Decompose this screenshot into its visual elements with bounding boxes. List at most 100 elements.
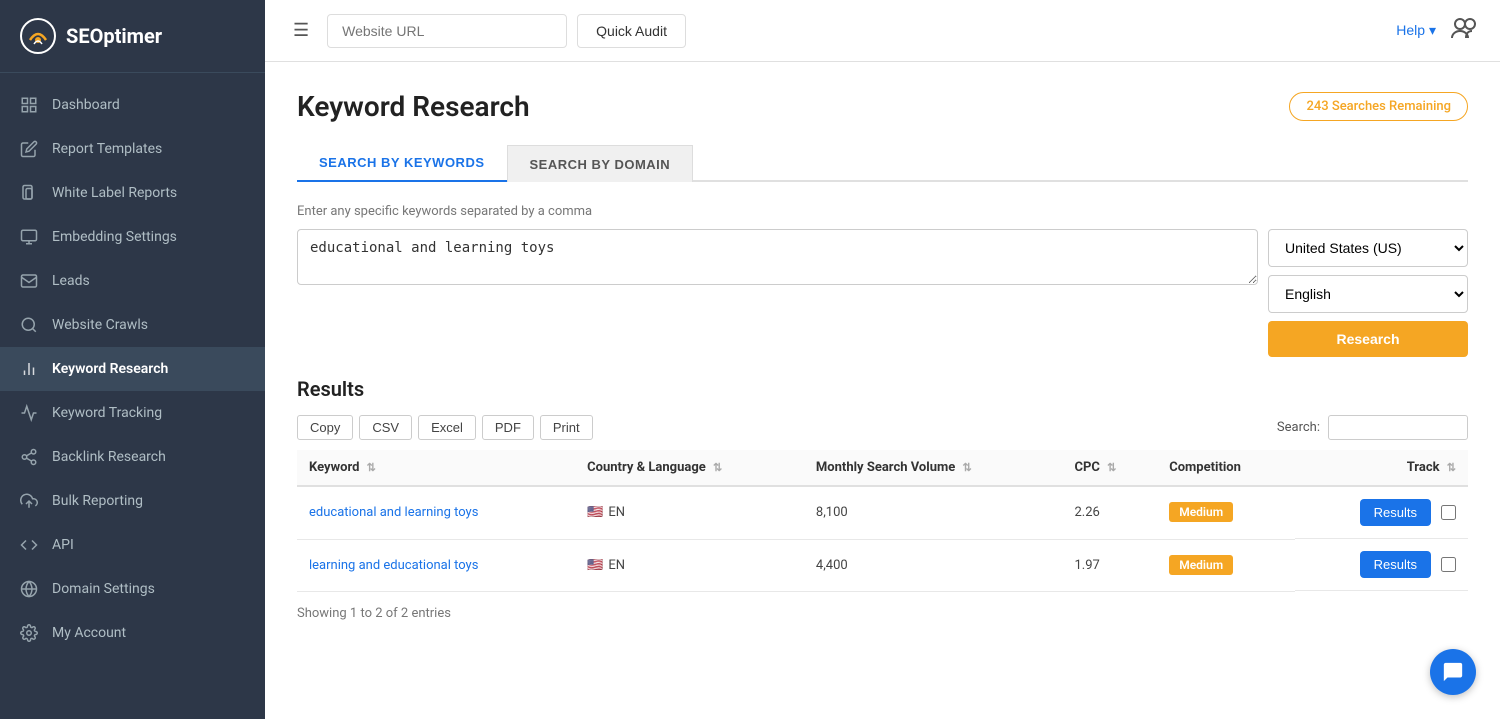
tab-search-by-domain[interactable]: SEARCH BY DOMAIN (507, 145, 694, 182)
topbar-right: Help ▾ (1396, 12, 1480, 49)
keyword-textarea[interactable]: educational and learning toys (297, 229, 1258, 285)
th-country-language: Country & Language ⇅ (575, 450, 804, 486)
sidebar-item-label: API (52, 537, 74, 553)
copy-button[interactable]: Copy (297, 415, 353, 440)
search-label: Search: (1277, 420, 1320, 435)
sidebar-item-white-label-reports[interactable]: White Label Reports (0, 171, 265, 215)
competition-badge: Medium (1169, 502, 1233, 522)
sidebar-item-backlink-research[interactable]: Backlink Research (0, 435, 265, 479)
table-header-row: Keyword ⇅ Country & Language ⇅ Monthly S… (297, 450, 1468, 486)
th-cpc: CPC ⇅ (1063, 450, 1158, 486)
sidebar-item-label: Keyword Tracking (52, 405, 162, 421)
cell-monthly-search-volume: 8,100 (804, 486, 1063, 539)
country-select[interactable]: United States (US) United Kingdom (UK) C… (1268, 229, 1468, 267)
keyword-link[interactable]: learning and educational toys (309, 558, 478, 573)
print-button[interactable]: Print (540, 415, 593, 440)
results-button-row0[interactable]: Results (1360, 499, 1431, 526)
flag-icon: 🇺🇸 (587, 558, 603, 573)
sidebar-item-bulk-reporting[interactable]: Bulk Reporting (0, 479, 265, 523)
cell-keyword: learning and educational toys (297, 539, 575, 591)
table-search-input[interactable] (1328, 415, 1468, 440)
content-area: Keyword Research 243 Searches Remaining … (265, 62, 1500, 719)
tab-row: SEARCH BY KEYWORDS SEARCH BY DOMAIN (297, 145, 1468, 182)
main-area: ☰ Quick Audit Help ▾ Keyword Research 24… (265, 0, 1500, 719)
cell-cpc: 2.26 (1063, 486, 1158, 539)
cell-cpc: 1.97 (1063, 539, 1158, 591)
sort-icon: ⇅ (713, 461, 722, 474)
url-input[interactable] (327, 14, 567, 48)
help-button[interactable]: Help ▾ (1396, 22, 1436, 39)
sidebar-item-embedding-settings[interactable]: Embedding Settings (0, 215, 265, 259)
language-select[interactable]: English Spanish French German (1268, 275, 1468, 313)
sort-icon: ⇅ (963, 461, 972, 474)
cell-monthly-search-volume: 4,400 (804, 539, 1063, 591)
th-monthly-search-volume: Monthly Search Volume ⇅ (804, 450, 1063, 486)
sidebar-item-label: Website Crawls (52, 317, 148, 333)
table-row: learning and educational toys 🇺🇸 EN 4,40… (297, 539, 1468, 591)
search-hint: Enter any specific keywords separated by… (297, 204, 1468, 219)
results-title: Results (297, 377, 1468, 401)
sidebar-item-label: Keyword Research (52, 361, 168, 377)
tab-search-by-keywords[interactable]: SEARCH BY KEYWORDS (297, 145, 507, 182)
chat-bubble[interactable] (1430, 649, 1476, 695)
th-keyword: Keyword ⇅ (297, 450, 575, 486)
sidebar-item-label: Embedding Settings (52, 229, 177, 245)
sidebar-item-label: Bulk Reporting (52, 493, 143, 509)
cell-country-lang: 🇺🇸 EN (575, 486, 804, 539)
sidebar-item-leads[interactable]: Leads (0, 259, 265, 303)
sidebar-item-label: Backlink Research (52, 449, 166, 465)
cell-track: Results (1295, 539, 1468, 591)
sidebar-item-label: Dashboard (52, 97, 120, 113)
searches-remaining-badge: 243 Searches Remaining (1289, 92, 1468, 121)
sidebar-item-label: Leads (52, 273, 90, 289)
keyword-link[interactable]: educational and learning toys (309, 505, 478, 520)
user-avatar-icon[interactable] (1450, 12, 1480, 49)
sidebar-item-keyword-research[interactable]: Keyword Research (0, 347, 265, 391)
cell-track: Results (1295, 487, 1468, 539)
logo: SEOptimer (0, 0, 265, 73)
table-actions: Copy CSV Excel PDF Print Search: (297, 415, 1468, 440)
quick-audit-button[interactable]: Quick Audit (577, 14, 686, 48)
sidebar-nav: Dashboard Report Templates White Label R… (0, 73, 265, 719)
sidebar-item-dashboard[interactable]: Dashboard (0, 83, 265, 127)
cell-keyword: educational and learning toys (297, 486, 575, 539)
sidebar-item-label: My Account (52, 625, 126, 641)
track-checkbox-row1[interactable] (1441, 557, 1456, 572)
sort-icon: ⇅ (367, 461, 376, 474)
research-button[interactable]: Research (1268, 321, 1468, 357)
logo-text: SEOptimer (66, 24, 162, 48)
results-table: Keyword ⇅ Country & Language ⇅ Monthly S… (297, 450, 1468, 592)
topbar: ☰ Quick Audit Help ▾ (265, 0, 1500, 62)
results-button-row1[interactable]: Results (1360, 551, 1431, 578)
excel-button[interactable]: Excel (418, 415, 476, 440)
sort-icon: ⇅ (1107, 461, 1116, 474)
page-title: Keyword Research (297, 90, 530, 123)
csv-button[interactable]: CSV (359, 415, 412, 440)
competition-badge: Medium (1169, 555, 1233, 575)
sidebar-item-website-crawls[interactable]: Website Crawls (0, 303, 265, 347)
table-search: Search: (1277, 415, 1468, 440)
flag-icon: 🇺🇸 (587, 505, 603, 520)
page-header: Keyword Research 243 Searches Remaining (297, 90, 1468, 123)
sidebar-item-keyword-tracking[interactable]: Keyword Tracking (0, 391, 265, 435)
sort-icon: ⇅ (1447, 461, 1456, 474)
lang-code: EN (608, 505, 625, 520)
hamburger-button[interactable]: ☰ (285, 16, 317, 45)
sidebar-item-label: Domain Settings (52, 581, 155, 597)
lang-code: EN (608, 558, 625, 573)
sidebar: SEOptimer Dashboard Report Templates Whi… (0, 0, 265, 719)
showing-text: Showing 1 to 2 of 2 entries (297, 606, 1468, 621)
search-controls: United States (US) United Kingdom (UK) C… (1268, 229, 1468, 357)
pdf-button[interactable]: PDF (482, 415, 534, 440)
th-track: Track ⇅ (1295, 450, 1468, 486)
sidebar-item-api[interactable]: API (0, 523, 265, 567)
sidebar-item-report-templates[interactable]: Report Templates (0, 127, 265, 171)
cell-competition: Medium (1157, 486, 1295, 539)
cell-competition: Medium (1157, 539, 1295, 591)
sidebar-item-domain-settings[interactable]: Domain Settings (0, 567, 265, 611)
sidebar-item-my-account[interactable]: My Account (0, 611, 265, 655)
th-competition: Competition (1157, 450, 1295, 486)
sidebar-item-label: Report Templates (52, 141, 162, 157)
track-checkbox-row0[interactable] (1441, 505, 1456, 520)
search-row: educational and learning toys United Sta… (297, 229, 1468, 357)
